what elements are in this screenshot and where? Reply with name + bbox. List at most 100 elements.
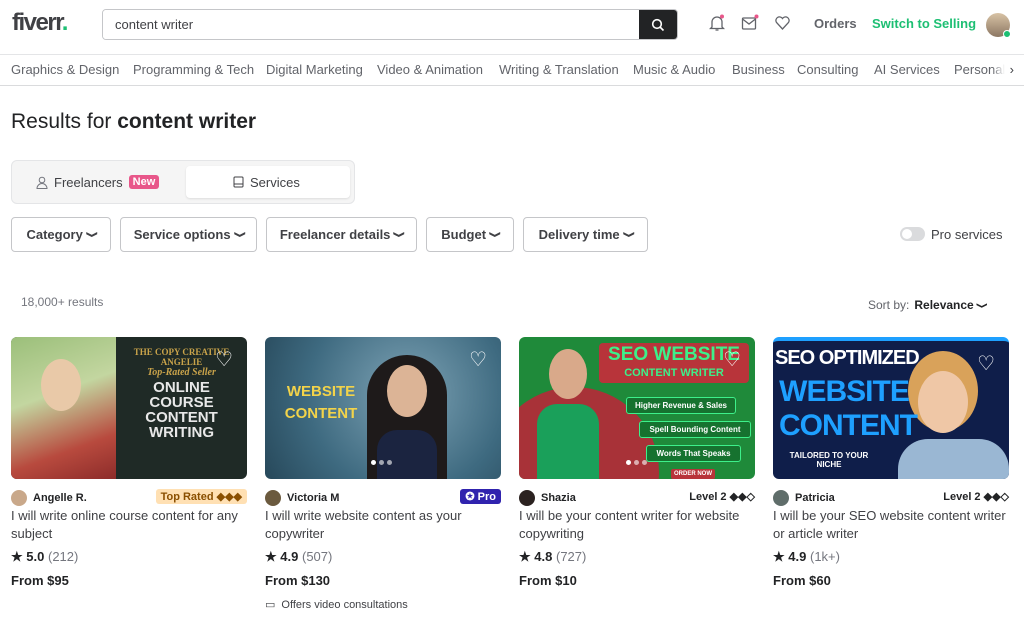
freelancers-services-toggle: Freelancers New Services (11, 160, 355, 204)
new-badge: New (128, 175, 160, 189)
review-count: (727) (555, 549, 587, 564)
results-query: content writer (117, 110, 257, 133)
gig-title[interactable]: I will write website content as your cop… (265, 507, 501, 543)
mail-icon (741, 14, 759, 30)
gig-card[interactable]: THE COPY CREATIVE ANGELIE Top-Rated Sell… (11, 337, 247, 588)
carousel-dots[interactable] (626, 460, 647, 465)
gig-thumbnail[interactable]: THE COPY CREATIVE ANGELIE Top-Rated Sell… (11, 337, 247, 479)
nav-scroll-right-button[interactable]: › (992, 56, 1024, 85)
review-count: (507) (301, 549, 333, 564)
rating-value: 5.0 (26, 549, 45, 564)
nav-consulting[interactable]: Consulting (797, 62, 858, 77)
gig-title[interactable]: I will be your SEO website content write… (773, 507, 1009, 543)
nav-graphics-design[interactable]: Graphics & Design (11, 62, 119, 77)
seller-avatar (773, 490, 789, 506)
gig-rating: ★ 4.8 (727) (519, 549, 586, 565)
thumb-text: ONLINE COURSE CONTENT WRITING (145, 379, 218, 441)
pro-services-label: Pro services (931, 227, 1003, 242)
gig-title[interactable]: I will be your content writer for websit… (519, 507, 755, 543)
gig-price: From $10 (519, 573, 577, 588)
pro-services-switch[interactable] (900, 227, 925, 241)
services-icon (233, 176, 244, 188)
sort-label: Sort by: (868, 298, 910, 312)
top-header: fiverr. Orders Switch to Selling (0, 0, 1024, 55)
body-shape (537, 404, 599, 479)
nav-programming-tech[interactable]: Programming & Tech (133, 62, 254, 77)
favorite-heart-icon[interactable]: ♡ (977, 351, 995, 376)
search-icon (651, 18, 665, 31)
messages-button[interactable] (741, 14, 759, 32)
nav-ai-services[interactable]: AI Services (874, 62, 940, 77)
seller-row: Patricia Level 2 ◆◆◇ (773, 489, 1009, 507)
seller-name[interactable]: Shazia (541, 492, 576, 504)
filter-freelancer-details[interactable]: Freelancer details ❯ (266, 217, 417, 252)
filter-label: Service options (133, 227, 231, 242)
filter-label: Delivery time (538, 227, 620, 242)
review-count: (1k+) (809, 549, 840, 564)
seller-avatar (519, 490, 535, 506)
gig-thumbnail[interactable]: SEO WEBSITE CONTENT WRITER Higher Revenu… (519, 337, 755, 479)
notifications-button[interactable] (708, 14, 726, 32)
thumb-text: Spell Bounding Content (639, 421, 751, 438)
online-status-dot (1003, 30, 1011, 38)
carousel-dots[interactable] (371, 460, 392, 465)
favorite-heart-icon[interactable]: ♡ (469, 347, 487, 372)
thumb-text: Higher Revenue & Sales (626, 397, 736, 414)
tab-freelancers[interactable]: Freelancers New (36, 166, 176, 198)
gig-rating: ★ 4.9 (1k+) (773, 549, 840, 565)
seller-name[interactable]: Angelle R. (33, 492, 87, 504)
results-prefix: Results for (11, 110, 112, 133)
chevron-down-icon: ❯ (393, 231, 406, 238)
face-shape (41, 359, 81, 411)
tab-freelancers-label: Freelancers (54, 174, 123, 190)
orders-link[interactable]: Orders (814, 16, 857, 31)
filter-category[interactable]: Category ❯ (11, 217, 111, 252)
star-icon: ★ (11, 549, 23, 564)
favorite-heart-icon[interactable]: ♡ (215, 347, 233, 372)
filter-label: Category (26, 227, 83, 242)
pro-badge: ✪ Pro (460, 489, 501, 504)
favorite-heart-icon[interactable]: ♡ (723, 347, 741, 372)
nav-writing-translation[interactable]: Writing & Translation (499, 62, 619, 77)
filter-delivery-time[interactable]: Delivery time ❯ (523, 217, 648, 252)
seller-avatar (11, 490, 27, 506)
switch-to-selling-link[interactable]: Switch to Selling (872, 16, 976, 31)
face-shape (387, 365, 427, 417)
video-consultation-note: ▭ Offers video consultations (265, 598, 408, 612)
search-input[interactable] (103, 10, 639, 39)
chevron-right-icon: › (1009, 62, 1014, 77)
seller-row: Shazia Level 2 ◆◆◇ (519, 489, 755, 507)
pro-badge-label: Pro (477, 491, 496, 503)
gig-title[interactable]: I will write online course content for a… (11, 507, 247, 543)
thumb-text: WEBSITE CONTENT (779, 375, 918, 442)
gig-card[interactable]: SEO OPTIMIZED WEBSITE CONTENT TAILORED T… (773, 337, 1009, 588)
category-nav: Graphics & Design Programming & Tech Dig… (0, 56, 1024, 86)
thumb-text: TAILORED TO YOUR NICHE (789, 451, 869, 469)
filter-label: Budget (441, 227, 487, 242)
page-title: Results for content writer (11, 110, 256, 134)
face-shape (549, 349, 587, 399)
logo-text: fiverr (12, 9, 63, 36)
filter-service-options[interactable]: Service options ❯ (120, 217, 257, 252)
favorites-button[interactable] (774, 15, 790, 31)
gig-card[interactable]: SEO WEBSITE CONTENT WRITER Higher Revenu… (519, 337, 755, 588)
seller-name[interactable]: Victoria M (287, 492, 339, 504)
nav-music-audio[interactable]: Music & Audio (633, 62, 715, 77)
gig-thumbnail[interactable]: SEO OPTIMIZED WEBSITE CONTENT TAILORED T… (773, 337, 1009, 479)
seller-row: Victoria M ✪ Pro (265, 489, 501, 507)
gig-rating: ★ 4.9 (507) (265, 549, 332, 565)
sort-dropdown[interactable]: Sort by: Relevance ❯ (868, 298, 988, 312)
seller-name[interactable]: Patricia (795, 492, 835, 504)
search-button[interactable] (639, 10, 677, 39)
nav-digital-marketing[interactable]: Digital Marketing (266, 62, 363, 77)
nav-video-animation[interactable]: Video & Animation (377, 62, 483, 77)
tab-services[interactable]: Services (186, 166, 350, 198)
filter-budget[interactable]: Budget ❯ (426, 217, 514, 252)
filter-label: Freelancer details (279, 227, 391, 242)
nav-business[interactable]: Business (732, 62, 785, 77)
user-avatar[interactable] (986, 13, 1011, 38)
search-bar (102, 9, 678, 40)
gig-card[interactable]: WEBSITE CONTENT ♡ Victoria M ✪ Pro I wil… (265, 337, 501, 611)
gig-thumbnail[interactable]: WEBSITE CONTENT ♡ (265, 337, 501, 479)
fiverr-logo[interactable]: fiverr. (12, 9, 68, 37)
